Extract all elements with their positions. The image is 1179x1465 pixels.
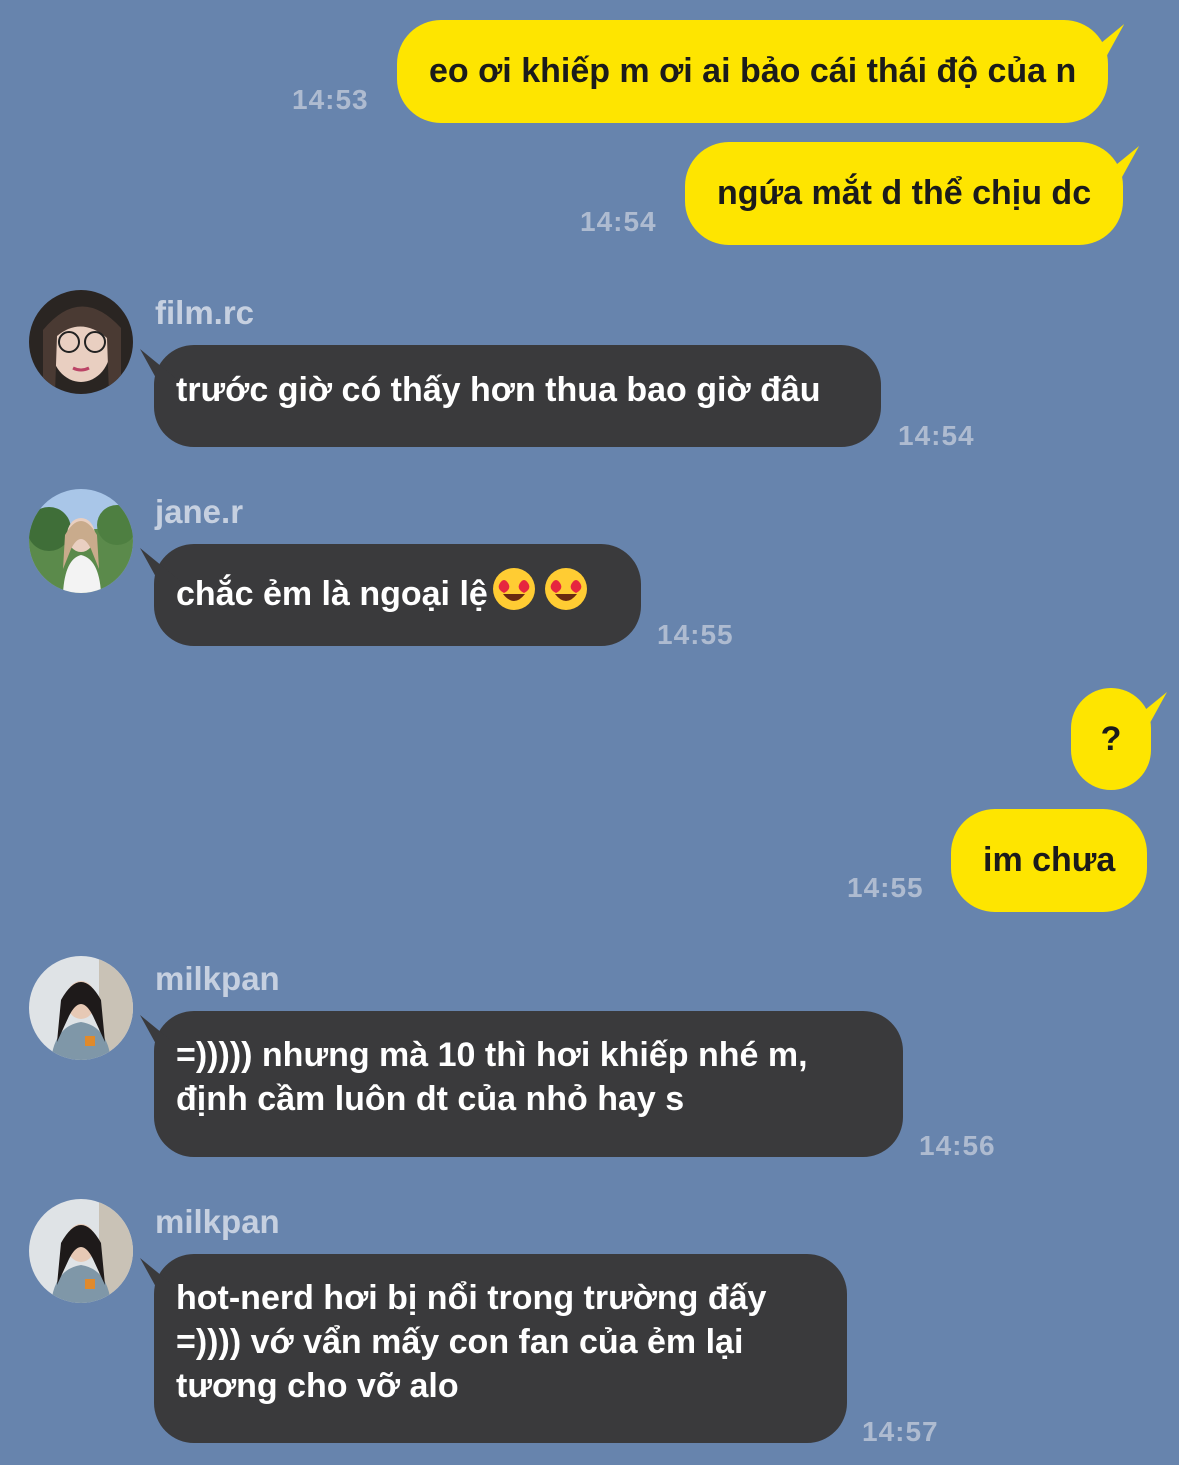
message-text: trước giờ có thấy hơn thua bao giờ đâu [176, 371, 821, 409]
message-text: im chưa [983, 841, 1116, 879]
sender-name: milkpan [155, 1203, 280, 1240]
avatar[interactable] [29, 956, 133, 1060]
avatar-milkpan-icon [29, 956, 133, 1060]
message-text-line: định cầm luôn dt của nhỏ hay s [176, 1080, 685, 1118]
sender-name: jane.r [155, 493, 244, 530]
avatar[interactable] [29, 290, 133, 394]
bubble-tail [1095, 146, 1140, 182]
message-timestamp: 14:54 [580, 206, 657, 237]
message-timestamp: 14:54 [898, 420, 975, 451]
message-text-line: =))))) nhưng mà 10 thì hơi khiếp nhé m, [176, 1036, 808, 1074]
message-timestamp: 14:57 [862, 1416, 939, 1447]
bubble-tail [1080, 24, 1125, 60]
message-timestamp: 14:55 [657, 619, 734, 650]
outgoing-message-bubble[interactable]: eo ơi khiếp m ơi ai bảo cái thái độ của … [397, 20, 1125, 123]
message-text: ngứa mắt d thể chịu dc [717, 174, 1092, 212]
message-timestamp: 14:53 [292, 84, 369, 115]
message-timestamp: 14:55 [847, 872, 924, 903]
incoming-message-bubble[interactable]: trước giờ có thấy hơn thua bao giờ đâu [140, 345, 881, 447]
message-text-line: =)))) vớ vẩn mấy con fan của ẻm lại [176, 1323, 744, 1361]
message-text: eo ơi khiếp m ơi ai bảo cái thái độ của … [429, 52, 1077, 90]
avatar[interactable] [29, 489, 133, 593]
avatar-jane-r-icon [29, 489, 133, 593]
avatar-film-rc-icon [29, 290, 133, 394]
bubble-tail [1123, 692, 1167, 728]
message-text-line: hot-nerd hơi bị nổi trong trường đấy [176, 1279, 767, 1317]
incoming-message-bubble[interactable]: hot-nerd hơi bị nổi trong trường đấy =))… [140, 1254, 847, 1443]
outgoing-message-bubble[interactable]: ngứa mắt d thể chịu dc [685, 142, 1140, 245]
outgoing-message-bubble[interactable]: ? [1071, 688, 1167, 790]
message-text: ? [1100, 720, 1122, 758]
message-text-line: tương cho vỡ alo [176, 1367, 459, 1405]
sender-name: milkpan [155, 960, 280, 997]
heart-eyes-emoji-icon [544, 568, 587, 610]
heart-eyes-emoji-icon [492, 568, 535, 610]
message-text: chắc ẻm là ngoại lệ [176, 575, 488, 613]
incoming-message-bubble[interactable]: =))))) nhưng mà 10 thì hơi khiếp nhé m, … [140, 1011, 903, 1157]
avatar[interactable] [29, 1199, 133, 1303]
incoming-message-bubble[interactable]: chắc ẻm là ngoại lệ [140, 544, 641, 646]
sender-name: film.rc [155, 294, 255, 331]
message-timestamp: 14:56 [919, 1130, 996, 1161]
avatar-milkpan-icon [29, 1199, 133, 1303]
outgoing-message-bubble[interactable]: im chưa [951, 809, 1148, 912]
